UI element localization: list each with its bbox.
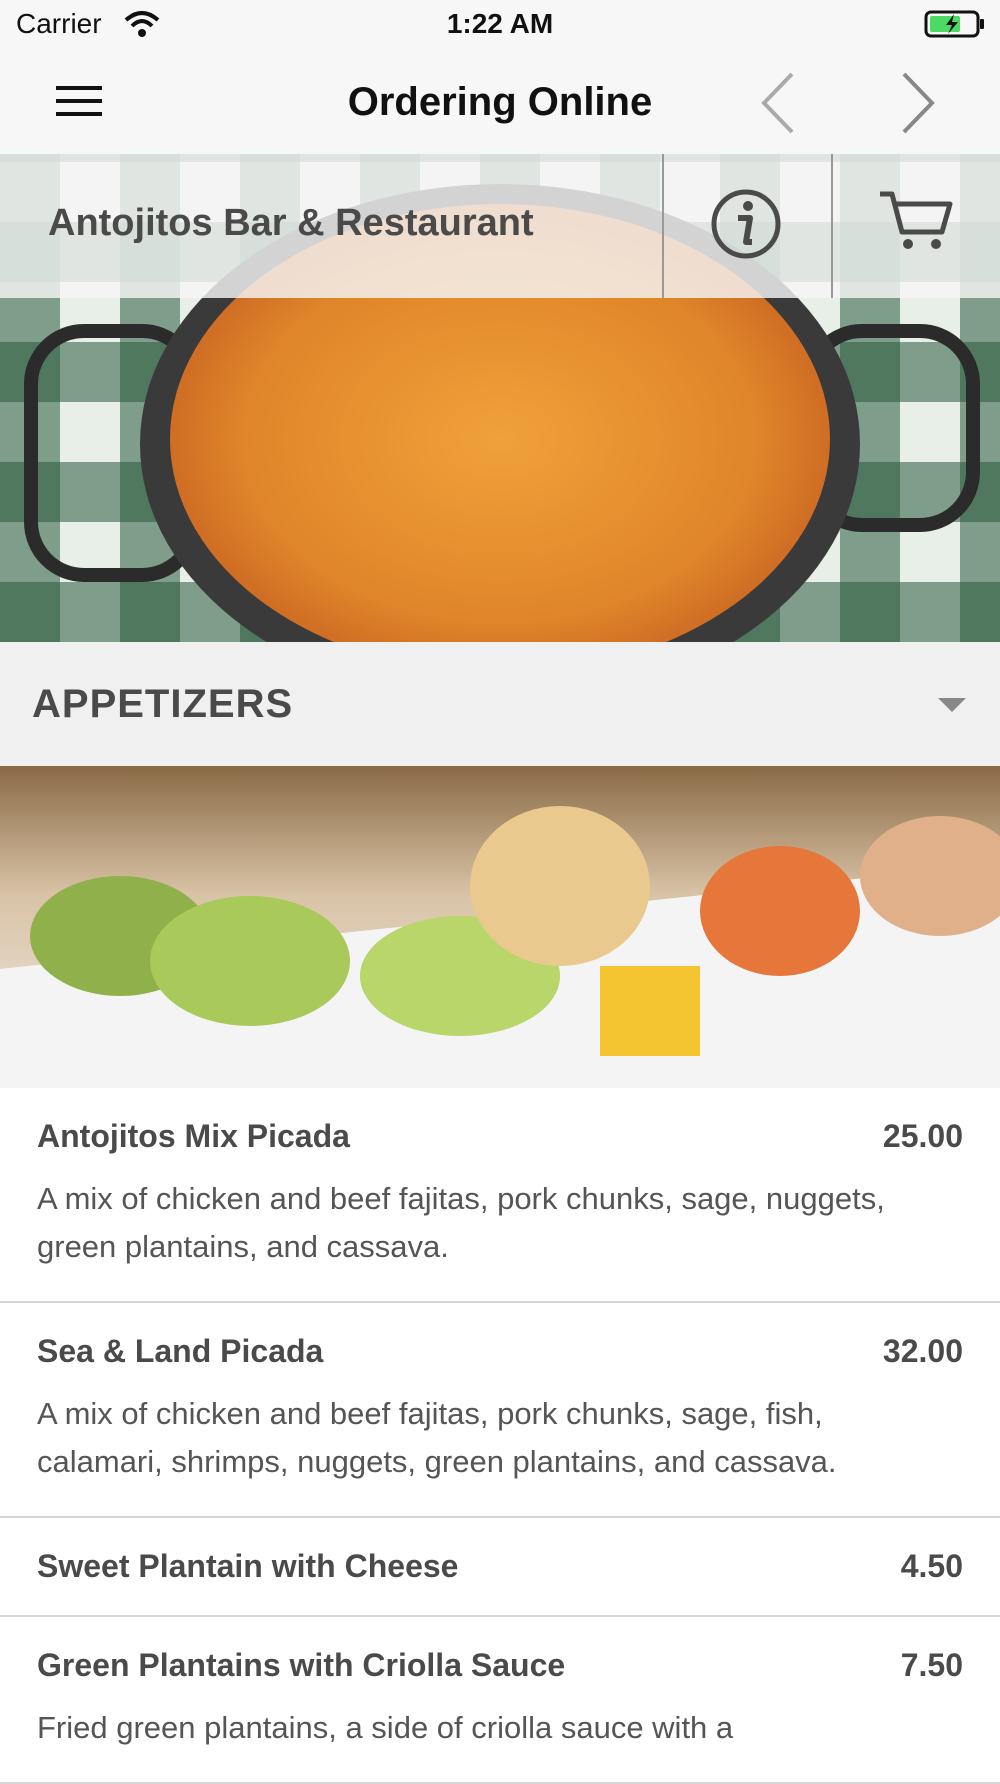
status-bar: Carrier 1:22 AM [0, 0, 1000, 50]
chevron-down-icon[interactable] [938, 698, 966, 719]
battery-icon [924, 10, 986, 45]
item-price: 4.50 [900, 1548, 963, 1584]
food-item [700, 846, 860, 976]
header-divider [831, 154, 833, 298]
category-selector[interactable]: APPETIZERS [0, 642, 1000, 766]
forward-chevron-icon[interactable] [898, 68, 938, 143]
item-name: Green Plantains with Criolla Sauce [37, 1647, 566, 1683]
item-name: Sea & Land Picada [37, 1333, 324, 1369]
category-label: APPETIZERS [32, 682, 294, 726]
food-item [600, 966, 700, 1056]
navigation-bar: Ordering Online [0, 50, 1000, 155]
item-price: 32.00 [882, 1333, 963, 1369]
menu-item[interactable]: Antojitos Mix Picada 25.00 A mix of chic… [0, 1088, 1000, 1303]
item-price: 25.00 [882, 1118, 963, 1154]
food-item [470, 806, 650, 966]
info-icon[interactable] [710, 188, 782, 265]
item-name: Antojitos Mix Picada [37, 1118, 350, 1154]
restaurant-hero-image: Antojitos Bar & Restaurant [0, 154, 1000, 642]
back-chevron-icon[interactable] [758, 68, 798, 143]
clock-time: 1:22 AM [446, 8, 554, 39]
item-description: Fried green plantains, a side of criolla… [37, 1710, 734, 1745]
food-item [150, 896, 350, 1026]
restaurant-header: Antojitos Bar & Restaurant [0, 154, 1000, 298]
restaurant-name: Antojitos Bar & Restaurant [48, 202, 534, 244]
page-title: Ordering Online [347, 80, 653, 124]
menu-item-list: Antojitos Mix Picada 25.00 A mix of chic… [0, 1088, 1000, 1784]
item-description: A mix of chicken and beef fajitas, pork … [37, 1181, 885, 1264]
header-divider [662, 154, 664, 298]
menu-item[interactable]: Sweet Plantain with Cheese 4.50 [0, 1518, 1000, 1617]
item-name: Sweet Plantain with Cheese [37, 1548, 459, 1584]
item-description: A mix of chicken and beef fajitas, pork … [37, 1396, 837, 1479]
item-price: 7.50 [900, 1647, 963, 1683]
category-image [0, 766, 1000, 1088]
cart-icon[interactable] [878, 188, 954, 259]
menu-item[interactable]: Green Plantains with Criolla Sauce 7.50 … [0, 1617, 1000, 1784]
menu-item[interactable]: Sea & Land Picada 32.00 A mix of chicken… [0, 1303, 1000, 1518]
